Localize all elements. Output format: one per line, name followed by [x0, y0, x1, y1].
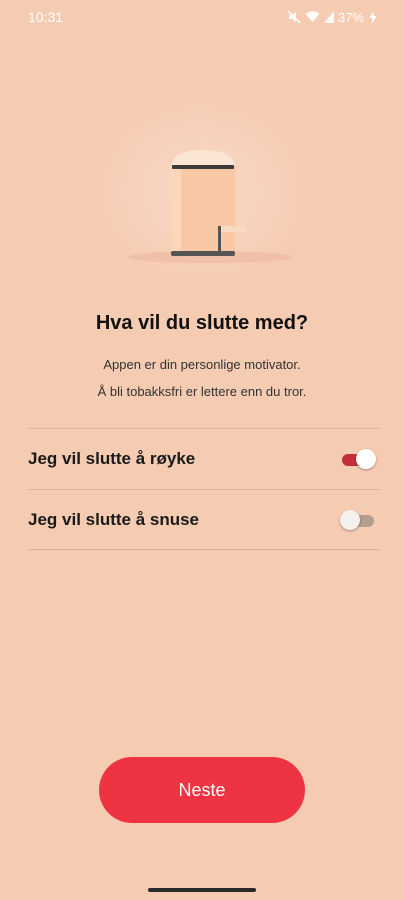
mute-icon [287, 10, 301, 24]
subtitle-line-1: Appen er din personlige motivator. [103, 357, 301, 372]
option-label: Jeg vil slutte å snuse [28, 509, 200, 529]
toggle-thumb [356, 449, 376, 469]
option-quit-snus[interactable]: Jeg vil slutte å snuse [28, 489, 380, 550]
trash-bin-illustration [128, 150, 292, 263]
signal-icon [323, 11, 334, 23]
status-time: 10:31 [28, 9, 64, 25]
toggle-thumb [340, 509, 360, 530]
battery-text: 37% [337, 9, 364, 25]
hero-illustration [92, 96, 312, 286]
page-title: Hva vil du slutte med? [95, 312, 309, 334]
status-bar: 10:31 37% [0, 0, 404, 34]
options-list: Jeg vil slutte å røyke Jeg vil slutte å … [28, 428, 380, 550]
battery-charging-icon [368, 10, 378, 24]
next-button[interactable]: Neste [99, 757, 305, 823]
toggle-quit-snus[interactable] [340, 509, 376, 531]
option-label: Jeg vil slutte å røyke [28, 449, 196, 468]
toggle-quit-smoking[interactable] [340, 448, 376, 470]
subtitle-line-2: Å bli tobakksfri er lettere enn du tror. [97, 384, 307, 399]
navigation-handle[interactable] [148, 888, 256, 892]
status-icons: 37% [287, 10, 378, 25]
wifi-icon [305, 11, 320, 23]
option-quit-smoking[interactable]: Jeg vil slutte å røyke [28, 428, 380, 489]
